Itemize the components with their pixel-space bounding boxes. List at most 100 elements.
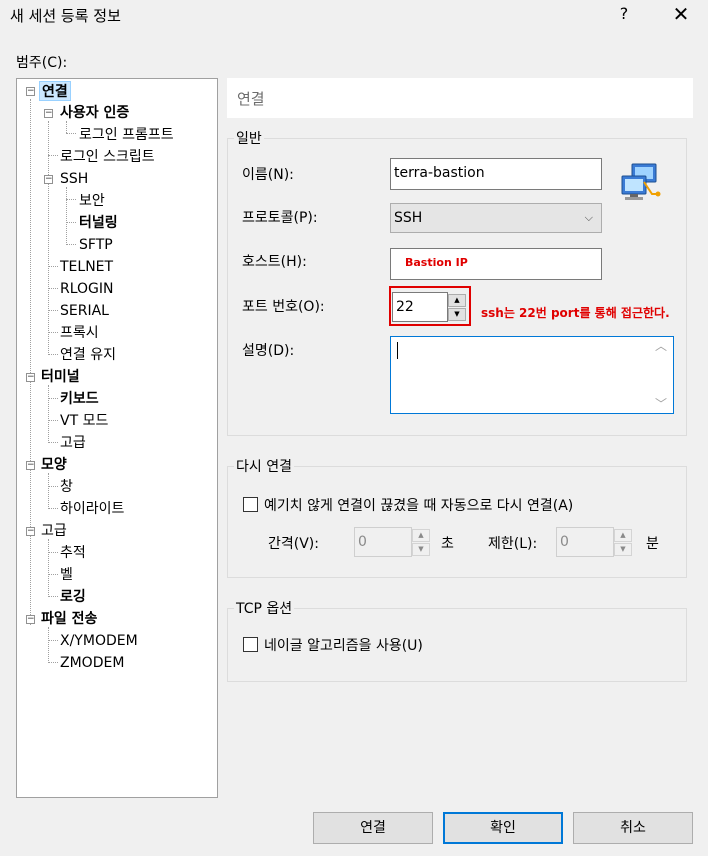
- tree-line: [48, 121, 49, 355]
- limit-spinner[interactable]: ▲ ▼: [614, 529, 632, 557]
- tree-item-login-script[interactable]: 로그인 스크립트: [60, 147, 155, 167]
- interval-spinner[interactable]: ▲ ▼: [412, 529, 430, 557]
- tree-line: [66, 244, 76, 245]
- tree-item-connection[interactable]: 연결: [39, 81, 71, 101]
- collapse-icon[interactable]: −: [44, 175, 53, 184]
- tree-item-proxy[interactable]: 프록시: [60, 323, 99, 343]
- tree-line: [66, 187, 67, 245]
- tree-item-keyboard[interactable]: 키보드: [60, 389, 99, 409]
- interval-unit: 초: [441, 536, 454, 552]
- general-group-title: 일반: [234, 128, 264, 148]
- tree-line: [48, 332, 58, 333]
- help-button[interactable]: ?: [612, 2, 636, 26]
- interval-label: 간격(V):: [268, 536, 319, 552]
- spin-up-icon[interactable]: ▲: [412, 529, 430, 542]
- spin-up-icon[interactable]: ▲: [614, 529, 632, 542]
- collapse-icon[interactable]: −: [26, 527, 35, 536]
- limit-input[interactable]: 0: [556, 527, 614, 557]
- spin-down-icon[interactable]: ▼: [412, 543, 430, 556]
- collapse-icon[interactable]: −: [26, 87, 35, 96]
- nagle-label: 네이글 알고리즘을 사용(U): [264, 638, 423, 654]
- tree-line: [48, 552, 58, 553]
- section-header: 연결: [227, 78, 693, 118]
- tree-line: [48, 266, 58, 267]
- tree-line: [48, 288, 58, 289]
- reconnect-group-title: 다시 연결: [234, 456, 294, 476]
- tree-item-vt-mode[interactable]: VT 모드: [60, 411, 108, 431]
- host-label: 호스트(H):: [242, 254, 307, 270]
- tree-line: [48, 486, 58, 487]
- tree-item-user-auth[interactable]: 사용자 인증: [60, 103, 129, 123]
- computer-network-icon: [621, 163, 661, 200]
- close-button[interactable]: ✕: [668, 2, 694, 26]
- scroll-down-icon[interactable]: ﹀: [655, 397, 667, 411]
- annotation-highlight-box: [389, 286, 471, 326]
- host-input[interactable]: Bastion IP: [390, 248, 602, 280]
- tree-item-tunneling[interactable]: 터널링: [79, 213, 118, 233]
- text-cursor: [397, 342, 398, 359]
- host-value: Bastion IP: [405, 256, 468, 269]
- tree-item-file-transfer[interactable]: 파일 전송: [41, 609, 97, 629]
- tree-item-trace[interactable]: 추적: [60, 543, 86, 563]
- tree-item-zmodem[interactable]: ZMODEM: [60, 653, 124, 673]
- spin-down-icon[interactable]: ▼: [614, 543, 632, 556]
- window-title: 새 세션 등록 정보: [10, 7, 121, 25]
- scroll-up-icon[interactable]: ︿: [655, 339, 667, 353]
- tree-line: [48, 385, 49, 443]
- collapse-icon[interactable]: −: [44, 109, 53, 118]
- tree-item-appearance[interactable]: 모양: [41, 455, 67, 475]
- auto-reconnect-checkbox[interactable]: [243, 497, 258, 512]
- tree-line: [48, 354, 58, 355]
- tree-line: [66, 222, 76, 223]
- tree-line: [48, 442, 58, 443]
- tree-item-ssh[interactable]: SSH: [60, 169, 88, 189]
- tree-item-security[interactable]: 보안: [79, 191, 105, 211]
- cancel-button[interactable]: 취소: [573, 812, 693, 844]
- tree-item-keep-alive[interactable]: 연결 유지: [60, 345, 116, 365]
- tree-item-login-prompt[interactable]: 로그인 프롬프트: [79, 125, 174, 145]
- tree-line: [66, 133, 76, 134]
- tree-item-serial[interactable]: SERIAL: [60, 301, 109, 321]
- tree-item-highlight[interactable]: 하이라이트: [60, 499, 124, 519]
- protocol-label: 프로토콜(P):: [242, 210, 318, 226]
- limit-unit: 분: [646, 536, 659, 552]
- tree-line: [48, 508, 58, 509]
- collapse-icon[interactable]: −: [26, 373, 35, 382]
- tree-item-rlogin[interactable]: RLOGIN: [60, 279, 114, 299]
- limit-label: 제한(L):: [488, 536, 538, 552]
- tree-item-sftp[interactable]: SFTP: [79, 235, 113, 255]
- tree-line: [30, 99, 31, 625]
- ok-button[interactable]: 확인: [443, 812, 563, 844]
- reconnect-group: [227, 466, 687, 578]
- tree-item-window[interactable]: 창: [60, 477, 73, 497]
- category-tree[interactable]: − − − − − − − 연결 사용자 인증 로그인 프롬프트 로그인 스크립…: [16, 78, 218, 798]
- tree-item-terminal[interactable]: 터미널: [41, 367, 80, 387]
- tree-item-xymodem[interactable]: X/YMODEM: [60, 631, 138, 651]
- collapse-icon[interactable]: −: [26, 615, 35, 624]
- tree-item-telnet[interactable]: TELNET: [60, 257, 113, 277]
- tree-line: [48, 539, 49, 597]
- name-input[interactable]: terra-bastion: [390, 158, 602, 190]
- tree-line: [48, 155, 58, 156]
- interval-input[interactable]: 0: [354, 527, 412, 557]
- tree-line: [48, 596, 58, 597]
- collapse-icon[interactable]: −: [26, 461, 35, 470]
- auto-reconnect-label: 예기치 않게 연결이 끊겼을 때 자동으로 다시 연결(A): [264, 498, 574, 514]
- tree-line: [66, 199, 76, 200]
- tree-line: [48, 310, 58, 311]
- tree-item-bell[interactable]: 벨: [60, 565, 73, 585]
- tree-item-advanced[interactable]: 고급: [41, 521, 67, 541]
- tcp-group-title: TCP 옵션: [234, 598, 295, 618]
- description-textarea[interactable]: ︿ ﹀: [390, 336, 674, 414]
- port-label: 포트 번호(O):: [242, 299, 325, 315]
- tree-item-terminal-advanced[interactable]: 고급: [60, 433, 86, 453]
- nagle-checkbox[interactable]: [243, 637, 258, 652]
- protocol-select[interactable]: SSH ⌵: [390, 203, 602, 233]
- name-label: 이름(N):: [242, 167, 294, 183]
- annotation-text: ssh는 22번 port를 통해 접근한다.: [481, 306, 670, 320]
- tree-line: [48, 627, 49, 663]
- section-title: 연결: [237, 90, 265, 108]
- tree-item-logging[interactable]: 로깅: [60, 587, 86, 607]
- connect-button[interactable]: 연결: [313, 812, 433, 844]
- chevron-down-icon: ⌵: [584, 211, 593, 224]
